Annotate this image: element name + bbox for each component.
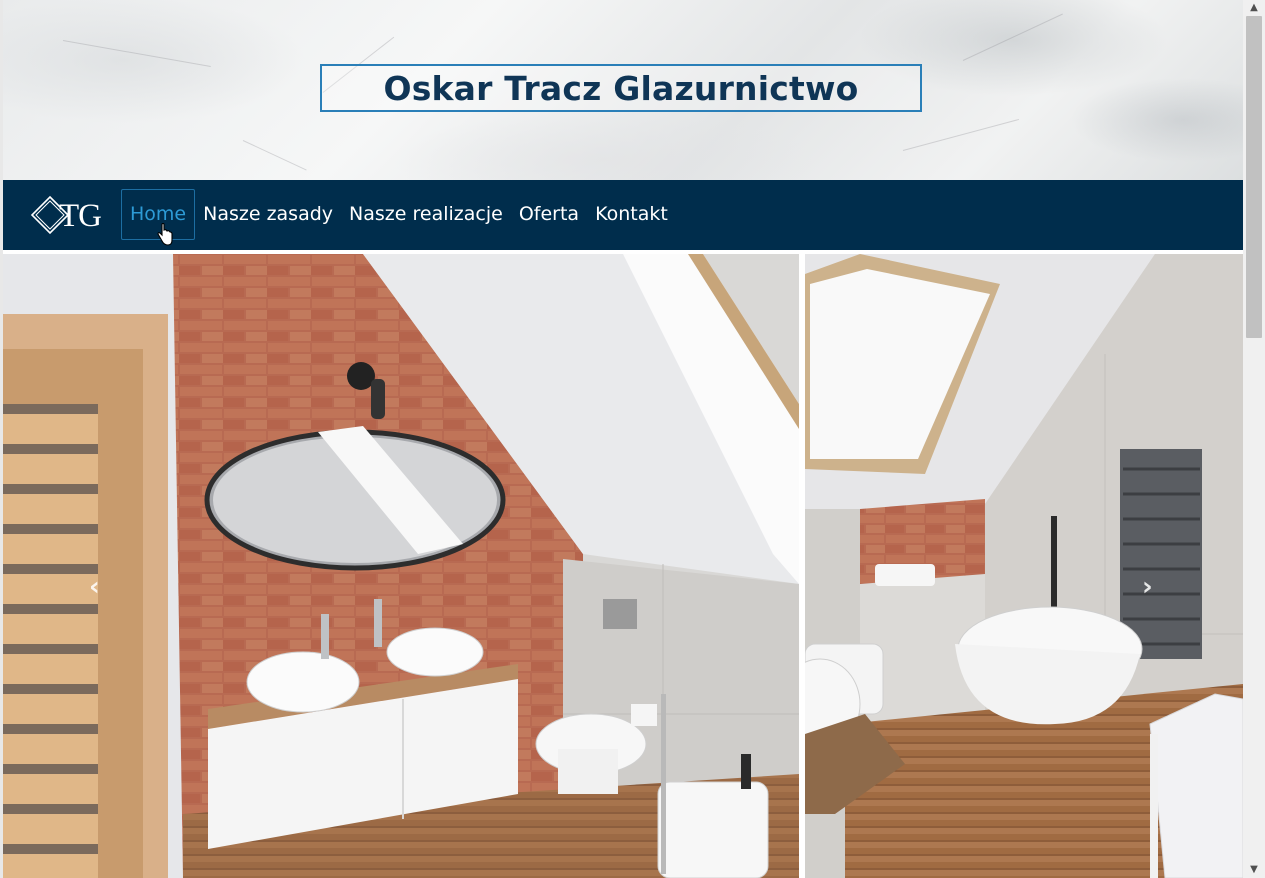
image-carousel: ‹ ›: [3, 254, 1243, 878]
carousel-slide-vanity: ‹: [3, 254, 799, 878]
main-navbar: TG Home Nasze zasady Nasze realizacje Of…: [3, 180, 1243, 250]
chevron-left-icon[interactable]: ‹: [89, 572, 100, 602]
bathroom-bathtub-photo: [805, 254, 1243, 878]
marble-vein: [62, 40, 211, 68]
logo-text: TG: [59, 198, 102, 234]
chevron-right-icon[interactable]: ›: [1142, 572, 1153, 602]
bathroom-vanity-photo: [3, 254, 799, 878]
vertical-scrollbar[interactable]: ▲ ▼: [1243, 0, 1265, 878]
nav-links: Home Nasze zasady Nasze realizacje Ofert…: [121, 189, 676, 240]
site-title-box: Oskar Tracz Glazurnictwo: [320, 64, 922, 112]
scroll-down-icon[interactable]: ▼: [1243, 862, 1265, 878]
marble-vein: [242, 140, 307, 171]
page: Oskar Tracz Glazurnictwo TG Home Nasze z…: [3, 0, 1243, 878]
nav-item-oferta[interactable]: Oferta: [511, 189, 587, 240]
carousel-slide-bathtub: ›: [805, 254, 1243, 878]
hand-cursor-icon: [157, 223, 173, 246]
site-title: Oskar Tracz Glazurnictwo: [383, 68, 859, 108]
site-header: Oskar Tracz Glazurnictwo: [3, 0, 1243, 180]
nav-item-nasze-zasady[interactable]: Nasze zasady: [195, 189, 341, 240]
nav-item-kontakt[interactable]: Kontakt: [587, 189, 676, 240]
nav-item-nasze-realizacje[interactable]: Nasze realizacje: [341, 189, 511, 240]
marble-vein: [902, 118, 1020, 151]
scrollbar-thumb[interactable]: [1246, 16, 1262, 338]
logo[interactable]: TG: [29, 194, 109, 236]
scroll-up-icon[interactable]: ▲: [1243, 0, 1265, 16]
marble-vein: [962, 13, 1063, 61]
